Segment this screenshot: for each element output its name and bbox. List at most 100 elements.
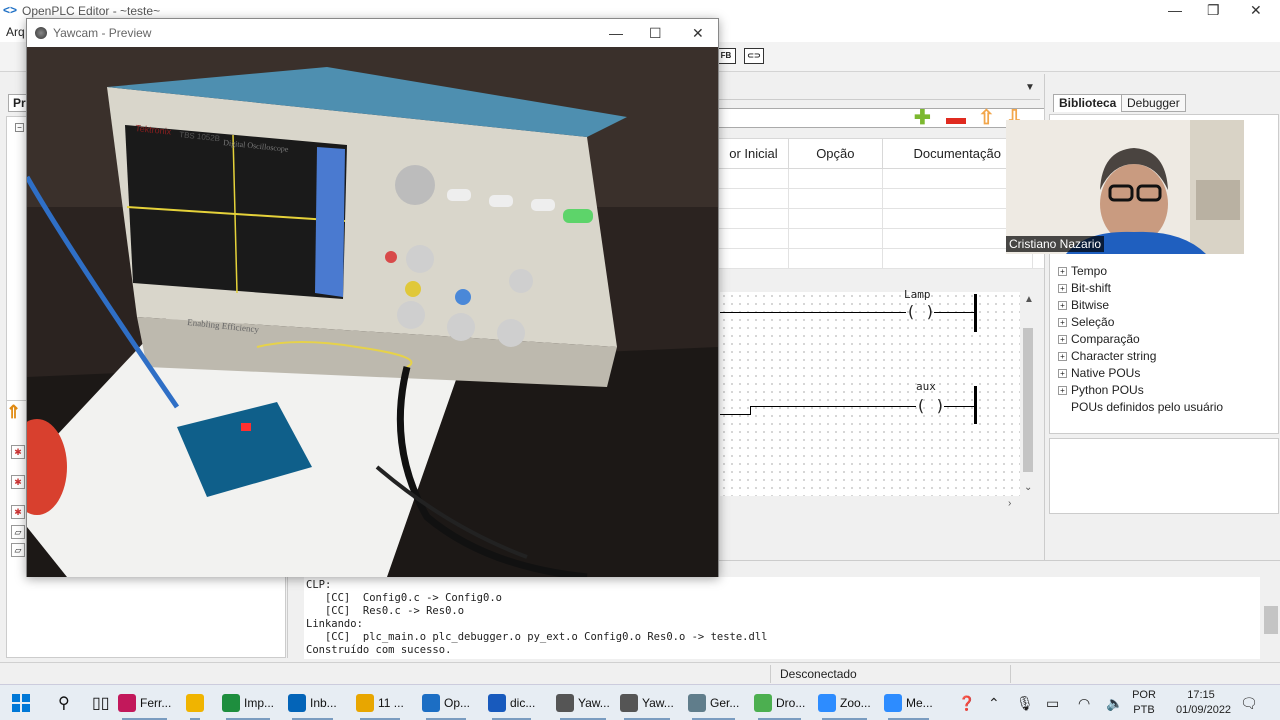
library-tree-item[interactable]: + Python POUs [1058,383,1144,397]
add-variable-button[interactable]: ✚ [914,108,931,128]
scrollbar-thumb[interactable] [1264,606,1278,634]
taskbar-app[interactable]: Zoo... [818,685,871,720]
table-cell[interactable] [718,188,789,209]
library-tree-item[interactable]: + Native POUs [1058,366,1140,380]
expand-icon[interactable]: + [1058,318,1067,327]
taskbar-app[interactable]: Yaw... [556,685,610,720]
library-tree-item[interactable]: + Bitwise [1058,298,1109,312]
table-cell[interactable] [787,188,883,209]
ladder-vertical-scrollbar[interactable]: ▲ ⌄ [1020,292,1036,496]
ladder-horizontal-scrollbar[interactable]: › [720,496,1020,512]
taskbar-app[interactable]: Me... [884,685,933,720]
table-cell[interactable] [787,228,883,249]
word-icon [488,694,506,712]
expand-icon[interactable]: + [1058,284,1067,293]
table-cell[interactable] [718,208,789,229]
input-language[interactable]: POR PTB [1130,688,1158,718]
minimize-button[interactable]: — [609,25,623,41]
taskbar-app[interactable] [186,685,204,720]
library-tree-item[interactable]: + Bit-shift [1058,281,1111,295]
tab-biblioteca[interactable]: Biblioteca [1053,94,1123,112]
ladder-diagram[interactable]: Lamp ( ) aux ( ) [720,288,1036,496]
wifi-icon[interactable]: ◠ [1078,695,1090,712]
paint-icon [118,694,136,712]
start-button[interactable] [12,685,30,720]
battery-icon[interactable]: ▭ [1046,695,1059,712]
block-icon[interactable]: ✱ [11,475,25,489]
yawcam-preview-window[interactable]: Yawcam - Preview — ☐ ✕ Tektronix TBS 105… [26,18,719,577]
edit-icon[interactable]: ▱ [11,525,25,539]
rung-wire [934,312,974,313]
windows-taskbar: ⚲ ▯▯ Ferr... Imp... Inb... 11 ... Op... dic..… [0,684,1280,720]
tab-dropdown-icon[interactable]: ▼ [1025,82,1035,93]
function-block-tool-icon[interactable]: FB [716,48,736,64]
scrollbar-thumb[interactable] [1023,328,1033,472]
yawcam-titlebar[interactable]: Yawcam - Preview — ☐ ✕ [27,19,718,47]
taskbar-app[interactable]: Inb... [288,685,337,720]
scroll-up-icon[interactable]: ▲ [1024,294,1034,305]
chevron-up-icon[interactable]: ⌃ [988,695,1000,712]
notifications-icon[interactable]: 🗨 [1240,695,1258,712]
library-tree-item[interactable]: + Tempo [1058,264,1107,278]
column-header[interactable]: or Inicial [718,138,789,169]
table-cell[interactable] [787,208,883,229]
coil[interactable]: ( ) [906,302,935,321]
table-cell[interactable] [787,248,883,269]
taskbar-app[interactable]: Op... [422,685,470,720]
expand-icon[interactable]: + [1058,386,1067,395]
scroll-down-icon[interactable]: ⌄ [1024,482,1032,493]
task-view-icon[interactable]: ▯▯ [92,685,110,720]
expand-icon[interactable]: + [1058,335,1067,344]
scroll-right-icon[interactable]: › [1008,498,1011,509]
column-header[interactable]: Opção [787,138,883,169]
table-cell[interactable] [718,228,789,249]
help-icon[interactable]: ❓ [958,695,975,712]
library-tree-item[interactable]: + Seleção [1058,315,1114,329]
taskbar-app[interactable]: dic... [488,685,535,720]
taskbar-app[interactable]: Dro... [754,685,805,720]
remove-variable-button[interactable]: ▬ [946,108,966,128]
tree-collapse-icon[interactable]: − [15,123,24,132]
table-cell[interactable] [787,168,883,189]
expand-icon[interactable]: + [1058,267,1067,276]
taskbar-app[interactable]: Ferr... [118,685,171,720]
expand-icon[interactable]: + [1058,301,1067,310]
minimize-button[interactable]: — [1168,2,1182,18]
taskbar-app[interactable]: 11 ... [356,685,404,720]
upload-arrow-icon[interactable]: ⇑ [6,402,24,422]
yawcam-icon [556,694,574,712]
close-button[interactable]: ✕ [1250,2,1262,19]
expand-icon[interactable]: + [1058,352,1067,361]
block-icon[interactable]: ✱ [11,445,25,459]
block-icon[interactable]: ✱ [11,505,25,519]
project-tab[interactable]: Pr [8,94,28,112]
system-clock[interactable]: 17:15 01/09/2022 [1176,688,1231,718]
microphone-icon[interactable]: 🎙 [1016,695,1034,712]
table-cell[interactable] [718,168,789,189]
taskbar-app[interactable]: Yaw... [620,685,674,720]
table-cell[interactable] [718,248,789,269]
library-tree-item[interactable]: + Character string [1058,349,1156,363]
zoom-icon [818,694,836,712]
taskbar-app-label: Op... [444,696,471,710]
coil-label: aux [916,380,936,393]
volume-icon[interactable]: 🔈 [1106,695,1123,712]
search-icon[interactable]: ⚲ [58,685,70,720]
library-tree-item[interactable]: + Comparação [1058,332,1140,346]
edit-icon[interactable]: ▱ [11,543,25,557]
console-line: Linkando: [306,618,363,630]
console-line: [CC] Res0.c -> Res0.o [306,605,465,617]
taskbar-app[interactable]: Imp... [222,685,274,720]
expand-icon[interactable]: + [1058,369,1067,378]
close-button[interactable]: ✕ [692,25,704,42]
move-up-button[interactable]: ⇧ [978,108,995,128]
coil[interactable]: ( ) [916,396,945,415]
tab-debugger[interactable]: Debugger [1121,94,1186,112]
menu-file[interactable]: Arq [6,25,25,39]
console-output[interactable]: CLP: [CC] Config0.c -> Config0.o [CC] Re… [304,577,1260,659]
coil-tool-icon[interactable]: ⊂⊃ [744,48,764,64]
taskbar-app[interactable]: Ger... [688,685,739,720]
maximize-button[interactable]: ☐ [649,25,662,42]
library-tree-item[interactable]: POUs definidos pelo usuário [1058,400,1223,414]
restore-button[interactable]: ❐ [1207,2,1220,19]
